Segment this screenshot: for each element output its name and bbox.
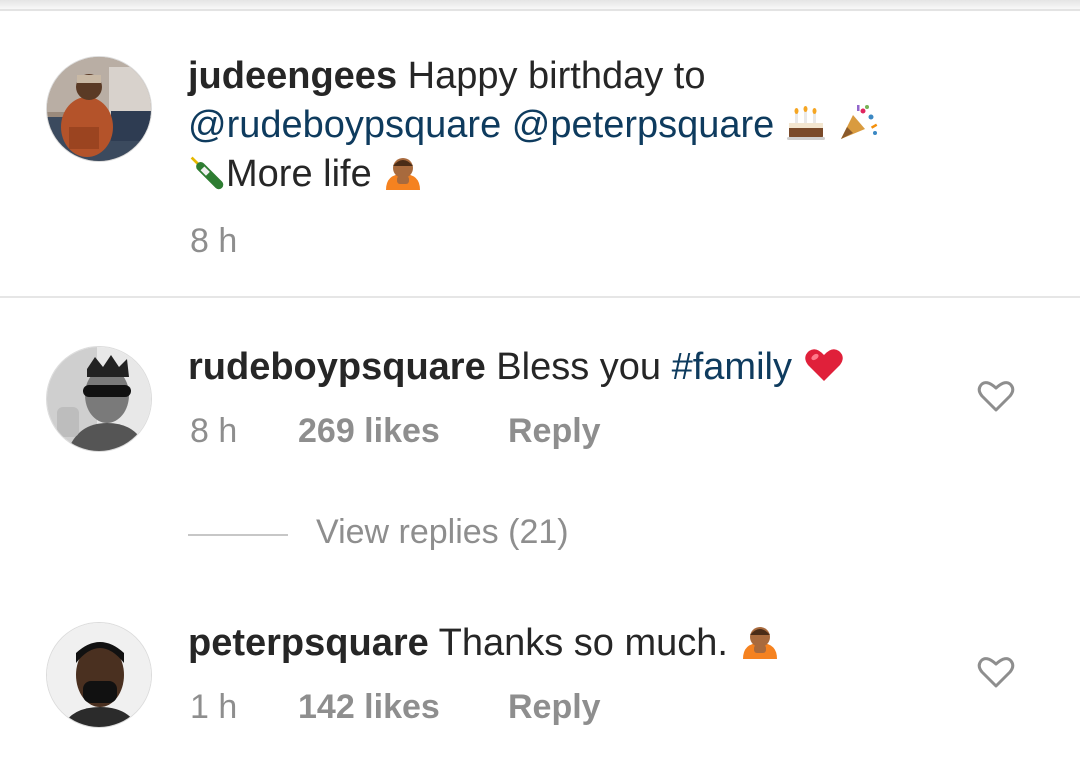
reply-button[interactable]: Reply bbox=[508, 412, 601, 451]
avatar[interactable] bbox=[46, 56, 152, 162]
red-heart-icon bbox=[804, 349, 843, 381]
comment-text: peterpsquare Thanks so much. bbox=[188, 619, 948, 668]
mention-peterpsquare[interactable]: @peterpsquare bbox=[512, 104, 775, 146]
avatar[interactable] bbox=[46, 622, 152, 728]
replies-line bbox=[188, 534, 288, 536]
like-heart-icon[interactable] bbox=[976, 378, 1016, 414]
likes-count[interactable]: 142 likes bbox=[298, 688, 440, 727]
person-bowing-icon bbox=[742, 627, 777, 659]
birthday-cake-icon bbox=[786, 106, 825, 140]
view-replies-label[interactable]: View replies (21) bbox=[316, 513, 569, 552]
username[interactable]: judeengees bbox=[188, 55, 397, 97]
champagne-bottle-icon bbox=[190, 156, 224, 190]
comment-body-line3: More life bbox=[226, 153, 372, 195]
mention-rudeboypsquare[interactable]: @rudeboypsquare bbox=[188, 104, 501, 146]
username[interactable]: peterpsquare bbox=[188, 622, 429, 664]
username[interactable]: rudeboypsquare bbox=[188, 346, 486, 388]
reply-button[interactable]: Reply bbox=[508, 688, 601, 727]
timestamp[interactable]: 8 h bbox=[190, 222, 237, 261]
timestamp[interactable]: 1 h bbox=[190, 688, 237, 727]
avatar[interactable] bbox=[46, 346, 152, 452]
comment-body: Bless you bbox=[496, 346, 662, 388]
party-popper-icon bbox=[841, 105, 878, 139]
person-bowing-icon bbox=[386, 158, 421, 190]
comment-body: Happy birthday to bbox=[407, 55, 706, 97]
comment-text: judeengees Happy birthday to @rudeboypsq… bbox=[188, 52, 1008, 199]
comment-divider bbox=[0, 296, 1080, 298]
top-divider bbox=[0, 9, 1080, 11]
hashtag-family[interactable]: #family bbox=[672, 346, 792, 388]
comment-text: rudeboypsquare Bless you #family bbox=[188, 343, 948, 392]
like-heart-icon[interactable] bbox=[976, 654, 1016, 690]
likes-count[interactable]: 269 likes bbox=[298, 412, 440, 451]
comment-body: Thanks so much. bbox=[438, 622, 728, 664]
timestamp[interactable]: 8 h bbox=[190, 412, 237, 451]
